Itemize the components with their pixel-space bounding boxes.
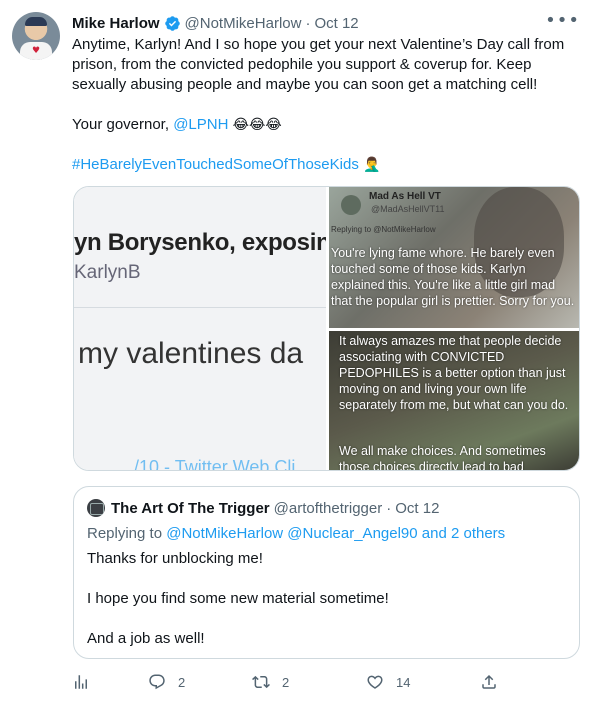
facepalm-emoji: 🤦‍♂️ xyxy=(363,157,381,173)
mention-link[interactable]: @LPNH xyxy=(173,116,228,133)
like-button[interactable]: 14 xyxy=(366,670,410,694)
screenshot-handle: @MadAsHellVT11 xyxy=(371,204,445,214)
avatar[interactable]: ♥ xyxy=(12,12,60,60)
author-name[interactable]: Mike Harlow xyxy=(72,15,160,32)
screenshot-handle: KarlynB xyxy=(74,262,141,283)
action-bar: 2 2 14 xyxy=(72,670,502,694)
hashtag-link[interactable]: #HeBarelyEvenTouchedSomeOfThoseKids xyxy=(72,156,359,173)
screenshot-text: It always amazes me that people decide a… xyxy=(339,334,569,412)
media-image-right-bottom[interactable]: It always amazes me that people decide a… xyxy=(329,331,579,471)
tweet: ♥ Mike Harlow @NotMikeHarlow · Oct 12 ••… xyxy=(0,0,610,707)
share-icon xyxy=(482,674,496,689)
separator-dot: · xyxy=(305,14,311,32)
replying-prefix: Replying to xyxy=(87,525,167,542)
divider xyxy=(74,307,326,308)
retweet-button[interactable]: 2 xyxy=(252,670,289,694)
tweet-header: Mike Harlow @NotMikeHarlow · Oct 12 xyxy=(72,12,359,34)
tweet-paragraph-signoff: Your governor, @LPNH 😂😂😂 xyxy=(72,115,582,135)
screenshot-title: yn Borysenko, exposin xyxy=(74,229,326,256)
separator-dot: · xyxy=(386,499,392,517)
quoted-tweet-body: Thanks for unblocking me! I hope you fin… xyxy=(87,549,567,669)
screenshot-avatar xyxy=(341,195,361,215)
screenshot-replying: Replying to @NotMikeHarlow xyxy=(331,225,436,234)
quoted-line: Thanks for unblocking me! xyxy=(87,550,263,567)
reply-button[interactable]: 2 xyxy=(148,670,185,694)
screenshot-text: my valentines da xyxy=(78,337,304,370)
media-image-left[interactable]: yn Borysenko, exposin KarlynB my valenti… xyxy=(74,187,326,471)
like-count: 14 xyxy=(396,674,411,690)
tweet-paragraph: Anytime, Karlyn! And I so hope you get y… xyxy=(72,36,565,93)
verified-badge-icon xyxy=(164,15,180,31)
tweet-body: Anytime, Karlyn! And I so hope you get y… xyxy=(72,35,582,195)
reply-count: 2 xyxy=(178,674,186,690)
quoted-replying-to: Replying to @NotMikeHarlow @Nuclear_Ange… xyxy=(87,525,505,542)
screenshot-name: Mad As Hell VT xyxy=(369,191,441,202)
analytics-icon xyxy=(75,675,87,689)
quoted-tweet[interactable]: The Art Of The Trigger @artofthetrigger … xyxy=(73,486,580,659)
reply-icon xyxy=(149,674,165,690)
more-horizontal-icon[interactable]: ••• xyxy=(545,10,580,31)
screenshot-reply-text: You're lying fame whore. He barely even … xyxy=(331,246,575,308)
author-handle[interactable]: @NotMikeHarlow xyxy=(185,15,302,32)
replying-mentions: @NotMikeHarlow @Nuclear_Angel90 xyxy=(166,525,418,542)
replying-others: and 2 others xyxy=(417,525,506,542)
quoted-line: And a job as well! xyxy=(87,630,205,647)
retweet-count: 2 xyxy=(282,674,290,690)
quoted-date: Oct 12 xyxy=(395,499,440,517)
quoted-tweet-header: The Art Of The Trigger @artofthetrigger … xyxy=(87,499,439,517)
screenshot-text-2: We all make choices. And sometimes those… xyxy=(339,444,546,471)
screenshot-footer: /10 - Twitter Web Cli xyxy=(134,457,296,471)
heart-outline-icon xyxy=(367,675,383,689)
heart-icon: ♥ xyxy=(32,46,41,56)
media-image-right-top[interactable]: Mad As Hell VT @MadAsHellVT11 Replying t… xyxy=(329,187,579,328)
quoted-line: I hope you find some new material someti… xyxy=(87,590,389,607)
quoted-avatar xyxy=(87,499,105,517)
media-grid: yn Borysenko, exposin KarlynB my valenti… xyxy=(73,186,580,471)
analytics-button[interactable] xyxy=(72,670,90,694)
tweet-hashtag-line: #HeBarelyEvenTouchedSomeOfThoseKids 🤦‍♂️ xyxy=(72,155,582,175)
quoted-author-handle: @artofthetrigger xyxy=(273,499,383,517)
signoff-text: Your governor, xyxy=(72,116,174,133)
quoted-author-name: The Art Of The Trigger xyxy=(111,499,270,517)
avatar-cap xyxy=(25,17,47,26)
tweet-date[interactable]: Oct 12 xyxy=(314,15,358,32)
retweet-icon xyxy=(252,675,270,689)
share-button[interactable] xyxy=(480,670,498,694)
laughing-emoji: 😂😂😂 xyxy=(232,117,282,133)
